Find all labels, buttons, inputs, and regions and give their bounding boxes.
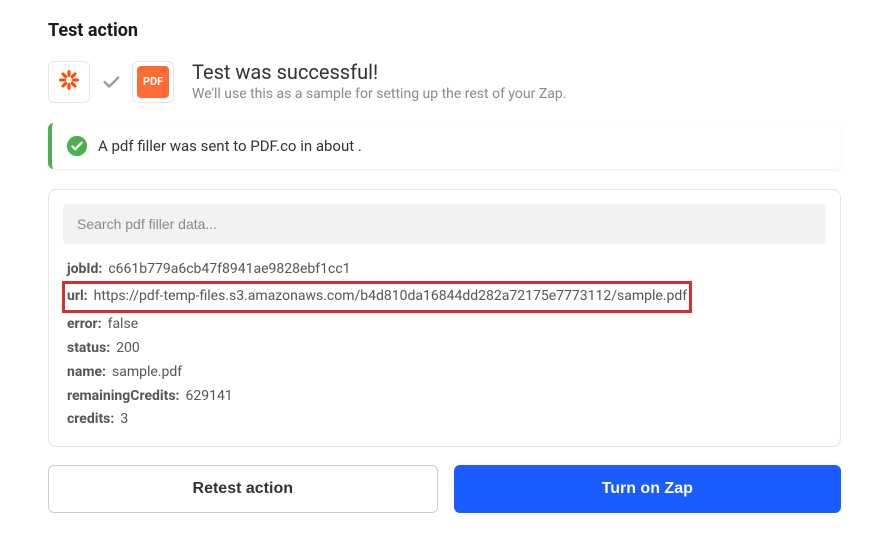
data-key: url: [67, 285, 88, 309]
data-key: error: [67, 313, 102, 337]
success-banner: A pdf filler was sent to PDF.co in about… [48, 123, 841, 169]
pdf-icon: PDF [137, 66, 169, 98]
data-row-url-highlight: url: https://pdf-temp-files.s3.amazonaws… [67, 281, 822, 313]
turn-on-zap-button[interactable]: Turn on Zap [454, 465, 842, 513]
data-val: sample.pdf [112, 361, 182, 385]
data-val: https://pdf-temp-files.s3.amazonaws.com/… [94, 285, 687, 309]
checkmark-connector-icon [100, 71, 122, 93]
data-row-credits: credits: 3 [67, 408, 822, 432]
data-val: 3 [120, 408, 128, 432]
success-subtitle: We'll use this as a sample for setting u… [192, 85, 566, 105]
page-title: Test action [48, 20, 841, 41]
data-val: 629141 [185, 385, 232, 409]
zapier-icon [57, 68, 81, 96]
data-row-jobid: jobId: c661b779a6cb47f8941ae9828ebf1cc1 [67, 258, 822, 282]
data-val: false [108, 313, 139, 337]
data-key: name: [67, 361, 106, 385]
success-title: Test was successful! [192, 59, 566, 85]
button-row: Retest action Turn on Zap [48, 465, 841, 513]
data-val: c661b779a6cb47f8941ae9828ebf1cc1 [108, 258, 350, 282]
data-val: 200 [116, 337, 140, 361]
data-key: remainingCredits: [67, 385, 179, 409]
data-row-error: error: false [67, 313, 822, 337]
data-key: jobId: [67, 258, 102, 282]
data-row-status: status: 200 [67, 337, 822, 361]
data-card: jobId: c661b779a6cb47f8941ae9828ebf1cc1 … [48, 189, 841, 448]
zapier-icon-box [48, 61, 90, 103]
pdf-icon-box: PDF [132, 61, 174, 103]
data-key: status: [67, 337, 110, 361]
data-row-name: name: sample.pdf [67, 361, 822, 385]
data-key: credits: [67, 408, 114, 432]
header-text: Test was successful! We'll use this as a… [192, 59, 566, 105]
data-list: jobId: c661b779a6cb47f8941ae9828ebf1cc1 … [63, 258, 826, 433]
retest-button[interactable]: Retest action [48, 465, 438, 513]
check-circle-icon [66, 135, 88, 157]
search-input[interactable] [63, 204, 826, 244]
header-row: PDF Test was successful! We'll use this … [48, 59, 841, 105]
data-row-remainingcredits: remainingCredits: 629141 [67, 385, 822, 409]
banner-text: A pdf filler was sent to PDF.co in about… [98, 137, 362, 155]
